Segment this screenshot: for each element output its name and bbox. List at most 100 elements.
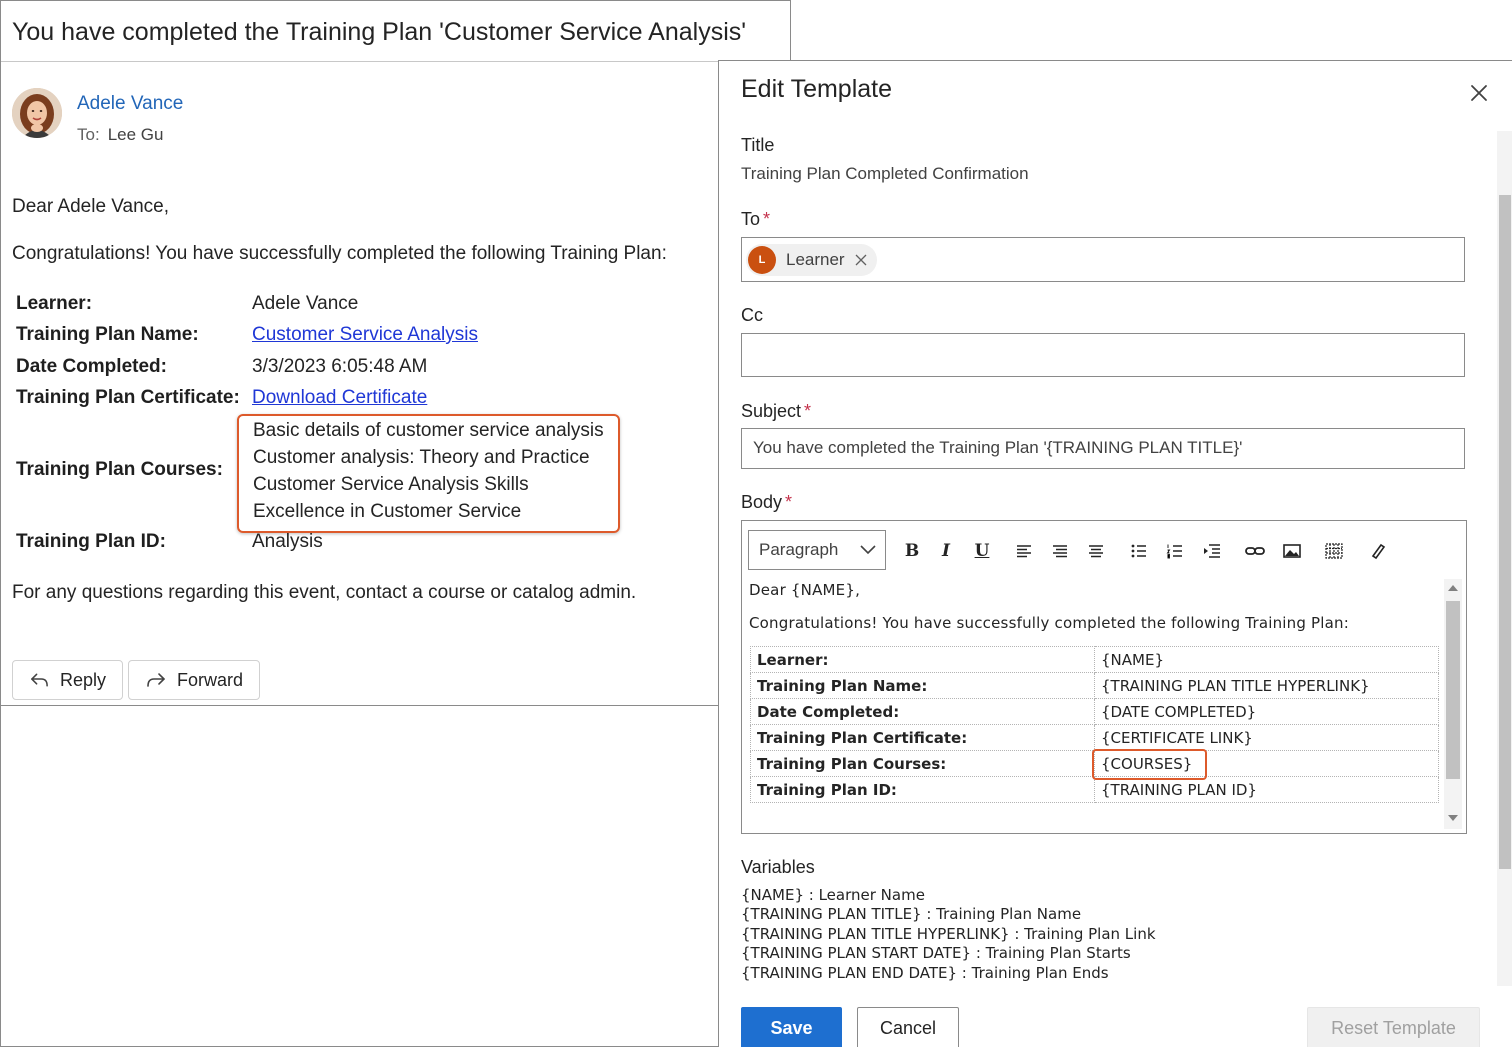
to-label: To: xyxy=(77,125,100,144)
to-field-label: To * xyxy=(741,209,770,230)
scrollbar-thumb[interactable] xyxy=(1499,195,1511,869)
course-item: Basic details of customer service analys… xyxy=(253,420,604,441)
subject-input[interactable]: You have completed the Training Plan '{T… xyxy=(741,428,1465,469)
recipient-line: To: Lee Gu xyxy=(77,125,163,145)
cancel-button[interactable]: Cancel xyxy=(857,1007,959,1047)
forward-label: Forward xyxy=(176,669,243,690)
plan-name-link[interactable]: Customer Service Analysis xyxy=(252,324,478,346)
table-row: Training Plan ID: {TRAINING PLAN ID} xyxy=(750,776,1439,803)
to-label-text: To xyxy=(741,209,761,229)
table-key: Training Plan Courses: xyxy=(750,750,1095,777)
table-row: Date Completed: {DATE COMPLETED} xyxy=(750,698,1439,725)
cc-input[interactable] xyxy=(741,333,1465,377)
underline-icon[interactable]: U xyxy=(972,541,992,561)
image-icon[interactable] xyxy=(1282,541,1302,561)
scrollbar-thumb[interactable] xyxy=(1446,601,1460,779)
save-button[interactable]: Save xyxy=(741,1007,842,1047)
align-right-icon[interactable] xyxy=(1087,541,1105,561)
scroll-up-icon[interactable] xyxy=(1448,585,1458,591)
eraser-icon[interactable] xyxy=(1368,541,1386,561)
learner-value: Adele Vance xyxy=(252,293,359,314)
chevron-down-icon xyxy=(860,545,876,555)
to-input[interactable]: L Learner xyxy=(741,237,1465,282)
table-key: Training Plan Certificate: xyxy=(750,724,1095,751)
close-icon[interactable] xyxy=(1467,81,1491,105)
variables-title: Variables xyxy=(741,857,815,877)
table-key: Training Plan ID: xyxy=(750,776,1095,803)
editor-greeting: Dear {NAME}, xyxy=(749,581,861,599)
editor-intro: Congratulations! You have successfully c… xyxy=(749,614,1350,632)
reply-label: Reply xyxy=(59,669,106,690)
variable-item: {TRAINING PLAN START DATE} : Training Pl… xyxy=(741,944,1131,962)
editor-toolbar: Paragraph B I U xyxy=(742,521,1466,579)
recipient-name[interactable]: Lee Gu xyxy=(108,125,164,144)
courses-label: Training Plan Courses: xyxy=(16,459,223,480)
plan-id-label: Training Plan ID: xyxy=(16,531,166,552)
panel-title: Edit Template xyxy=(741,75,893,103)
email-view: You have completed the Training Plan 'Cu… xyxy=(0,0,791,1047)
reply-button[interactable]: Reply xyxy=(12,660,123,700)
forward-button[interactable]: Forward xyxy=(128,660,260,700)
table-row: Learner: {NAME} xyxy=(750,646,1439,673)
link-icon[interactable] xyxy=(1244,541,1266,561)
align-center-icon[interactable] xyxy=(1051,541,1069,561)
body-label-text: Body xyxy=(741,492,783,512)
plan-name-label: Training Plan Name: xyxy=(16,324,199,345)
variable-item: {TRAINING PLAN TITLE HYPERLINK} : Traini… xyxy=(741,925,1156,943)
body-editor[interactable]: Paragraph B I U Dear {NAME}, Congratulat… xyxy=(741,520,1467,834)
bullet-list-icon[interactable] xyxy=(1130,541,1148,561)
course-item: Customer Service Analysis Skills xyxy=(253,474,529,495)
download-certificate-link[interactable]: Download Certificate xyxy=(252,387,427,409)
courses-highlight-box: Basic details of customer service analys… xyxy=(237,414,620,533)
subject-field-label: Subject * xyxy=(741,401,811,422)
date-completed-value: 3/3/2023 6:05:48 AM xyxy=(252,356,428,377)
paragraph-select[interactable]: Paragraph xyxy=(748,530,886,570)
required-mark: * xyxy=(763,209,771,229)
required-mark: * xyxy=(785,492,793,512)
table-icon[interactable] xyxy=(1324,541,1344,561)
edit-template-panel: Edit Template Title Training Plan Comple… xyxy=(718,60,1512,1047)
reply-icon xyxy=(31,673,48,687)
learner-label: Learner: xyxy=(16,293,93,314)
courses-variable-highlight xyxy=(1092,749,1207,780)
subject-label-text: Subject xyxy=(741,401,802,421)
sender-name[interactable]: Adele Vance xyxy=(77,93,183,115)
course-item: Excellence in Customer Service xyxy=(253,501,522,522)
align-left-icon[interactable] xyxy=(1015,541,1033,561)
editor-content[interactable]: Dear {NAME}, Congratulations! You have s… xyxy=(742,579,1442,831)
cc-label: Cc xyxy=(741,305,763,325)
numbered-list-icon[interactable] xyxy=(1166,541,1184,561)
variable-item: {NAME} : Learner Name xyxy=(741,886,925,904)
title-value: Training Plan Completed Confirmation xyxy=(741,164,1029,183)
table-key: Learner: xyxy=(750,646,1095,673)
editor-scrollbar[interactable] xyxy=(1444,579,1462,829)
table-value: {TRAINING PLAN ID} xyxy=(1094,776,1439,803)
table-value: {NAME} xyxy=(1094,646,1439,673)
remove-chip-icon[interactable] xyxy=(855,254,867,266)
course-item: Customer analysis: Theory and Practice xyxy=(253,447,590,468)
paragraph-select-value: Paragraph xyxy=(759,540,839,559)
table-value: {TRAINING PLAN TITLE HYPERLINK} xyxy=(1094,672,1439,699)
title-label: Title xyxy=(741,135,775,155)
table-key: Date Completed: xyxy=(750,698,1095,725)
plan-id-value: Analysis xyxy=(252,531,323,552)
indent-icon[interactable] xyxy=(1202,541,1222,561)
email-intro: Congratulations! You have successfully c… xyxy=(12,243,667,264)
avatar-photo-icon xyxy=(12,88,62,138)
italic-icon[interactable]: I xyxy=(936,541,956,561)
variable-item: {TRAINING PLAN END DATE} : Training Plan… xyxy=(741,964,1109,982)
reset-template-button[interactable]: Reset Template xyxy=(1307,1007,1480,1047)
chip-avatar: L xyxy=(748,246,776,274)
panel-scrollbar[interactable] xyxy=(1497,131,1512,986)
sender-avatar[interactable] xyxy=(12,88,62,138)
table-row: Training Plan Certificate: {CERTIFICATE … xyxy=(750,724,1439,751)
table-key: Training Plan Name: xyxy=(750,672,1095,699)
bold-icon[interactable]: B xyxy=(902,541,922,561)
learner-chip[interactable]: L Learner xyxy=(746,244,877,276)
table-row: Training Plan Name: {TRAINING PLAN TITLE… xyxy=(750,672,1439,699)
email-footer: For any questions regarding this event, … xyxy=(12,582,637,603)
body-field-label: Body * xyxy=(741,492,792,513)
scroll-down-icon[interactable] xyxy=(1448,815,1458,821)
forward-icon xyxy=(147,673,165,687)
date-completed-label: Date Completed: xyxy=(16,356,167,377)
